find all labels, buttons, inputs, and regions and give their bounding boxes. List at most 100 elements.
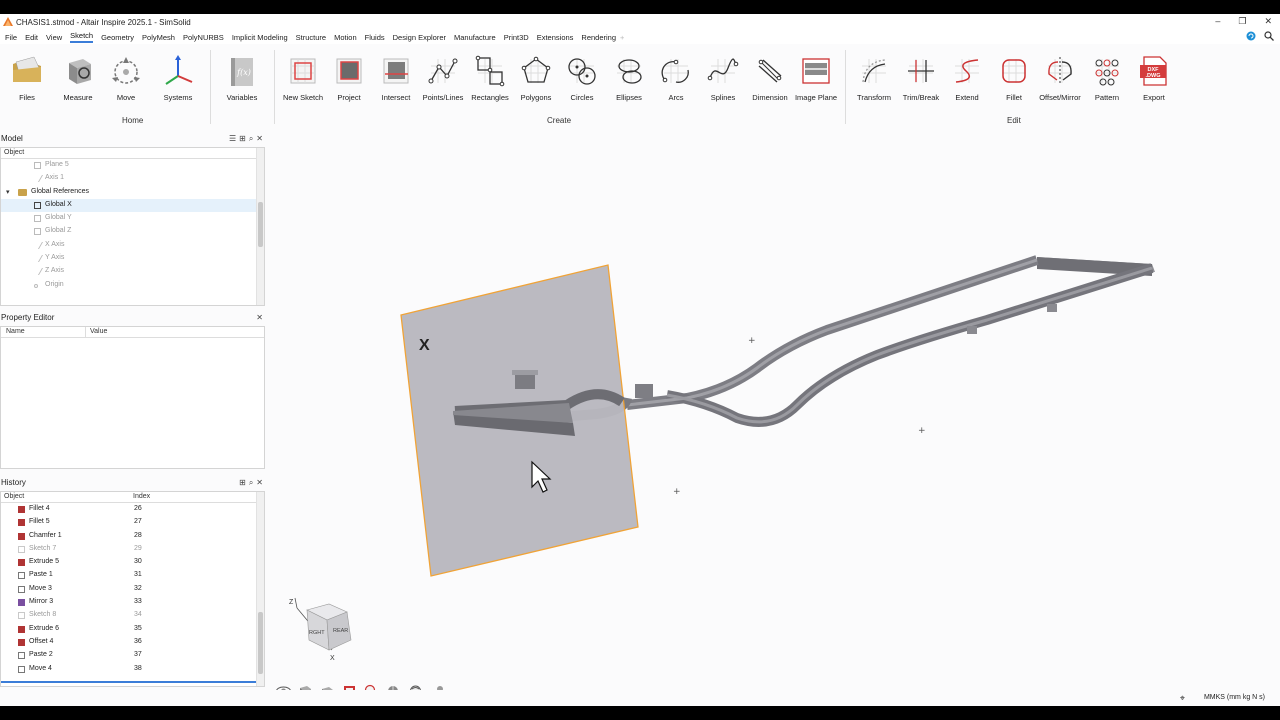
model-tree-item[interactable]: Global Y bbox=[1, 212, 264, 225]
title-bar: CHASIS1.stmod - Altair Inspire 2025.1 - … bbox=[0, 14, 1280, 30]
move-tool[interactable]: Move bbox=[102, 54, 150, 102]
model-tree-item[interactable]: Plane 5 bbox=[1, 159, 264, 172]
history-row[interactable]: Fillet 5 27 bbox=[1, 516, 264, 529]
snap-settings-icon[interactable]: ⌖ bbox=[1180, 693, 1185, 704]
image-plane-tool[interactable]: Image Plane bbox=[792, 54, 840, 102]
menu-implicit-modeling[interactable]: Implicit Modeling bbox=[232, 33, 288, 42]
arcs-tool[interactable]: Arcs bbox=[652, 54, 700, 102]
history-row[interactable]: Move 4 38 bbox=[1, 663, 264, 676]
history-scrollbar[interactable] bbox=[256, 492, 264, 686]
files-tool[interactable]: Files bbox=[3, 54, 51, 102]
model-tree-item[interactable]: Origin bbox=[1, 279, 264, 292]
menu-rendering[interactable]: Rendering bbox=[581, 33, 616, 42]
variables-tool[interactable]: f(x) Variables bbox=[218, 54, 266, 102]
extend-tool[interactable]: Extend bbox=[943, 54, 991, 102]
history-row[interactable]: Paste 2 37 bbox=[1, 649, 264, 662]
expand-toggle-icon[interactable]: ▾ bbox=[6, 188, 10, 196]
property-editor-title: Property Editor bbox=[1, 313, 55, 322]
history-row-index: 27 bbox=[134, 518, 142, 526]
model-tree-item[interactable]: ▾ Global References bbox=[1, 186, 264, 199]
measure-tool[interactable]: Measure bbox=[54, 54, 102, 102]
close-panel-icon[interactable]: ✕ bbox=[256, 313, 263, 322]
model-tree-item[interactable]: Z Axis bbox=[1, 265, 264, 278]
history-row[interactable]: Fillet 4 26 bbox=[1, 503, 264, 516]
model-tree-item[interactable]: Y Axis bbox=[1, 252, 264, 265]
menu-geometry[interactable]: Geometry bbox=[101, 33, 134, 42]
menu-structure[interactable]: Structure bbox=[296, 33, 326, 42]
variables-icon: f(x) bbox=[231, 58, 253, 86]
new-sketch-tool[interactable]: New Sketch bbox=[279, 54, 327, 102]
close-panel-icon[interactable]: ✕ bbox=[256, 134, 263, 144]
history-row[interactable]: Sketch 7 29 bbox=[1, 543, 264, 556]
model-tree-item[interactable]: X Axis bbox=[1, 239, 264, 252]
menu-edit[interactable]: Edit bbox=[25, 33, 38, 42]
offset-mirror-tool[interactable]: Offset/Mirror bbox=[1036, 54, 1084, 102]
svg-text:.DWG: .DWG bbox=[1146, 73, 1161, 79]
filter-icon[interactable]: ⊞ bbox=[239, 478, 246, 488]
history-row[interactable]: Offset 4 36 bbox=[1, 636, 264, 649]
polygons-tool[interactable]: Polygons bbox=[512, 54, 560, 102]
view-cube-face-rear[interactable]: REAR bbox=[333, 628, 348, 634]
panel-search-icon[interactable]: ⌕ bbox=[249, 134, 253, 144]
rectangles-tool[interactable]: Rectangles bbox=[466, 54, 514, 102]
pattern-tool[interactable]: Pattern bbox=[1083, 54, 1131, 102]
model-tree-item[interactable]: Global Z bbox=[1, 225, 264, 238]
menu-view[interactable]: View bbox=[46, 33, 62, 42]
menu-sketch[interactable]: Sketch bbox=[70, 31, 94, 43]
history-scrollbar-thumb[interactable] bbox=[258, 612, 263, 674]
model-tree-item[interactable]: Axis 1 bbox=[1, 172, 264, 185]
history-row[interactable]: Extrude 6 35 bbox=[1, 623, 264, 636]
ellipses-icon bbox=[617, 59, 642, 84]
fillet-tool[interactable]: Fillet bbox=[990, 54, 1038, 102]
circles-tool[interactable]: Circles bbox=[558, 54, 606, 102]
menu-design-explorer[interactable]: Design Explorer bbox=[393, 33, 446, 42]
sync-icon[interactable] bbox=[1246, 31, 1256, 41]
history-row[interactable]: Paste 1 31 bbox=[1, 569, 264, 582]
scene[interactable]: X + + + Z X RGHT REAR bbox=[267, 140, 1280, 706]
list-view-icon[interactable]: ☰ bbox=[229, 134, 236, 144]
add-ribbon-tab-button[interactable]: + bbox=[620, 33, 624, 42]
filter-icon[interactable]: ⊞ bbox=[239, 134, 246, 144]
maximize-button[interactable]: ❐ bbox=[1238, 16, 1246, 27]
history-row[interactable]: Mirror 3 33 bbox=[1, 596, 264, 609]
close-button[interactable]: ✕ bbox=[1264, 16, 1272, 27]
view-cube-face-right[interactable]: RGHT bbox=[309, 630, 325, 636]
panel-search-icon[interactable]: ⌕ bbox=[249, 478, 253, 488]
export-tool[interactable]: DXF .DWG Export bbox=[1130, 54, 1178, 102]
menu-extensions[interactable]: Extensions bbox=[537, 33, 574, 42]
model-scrollbar[interactable] bbox=[256, 148, 264, 305]
systems-tool[interactable]: Systems bbox=[154, 54, 202, 102]
menu-polymesh[interactable]: PolyMesh bbox=[142, 33, 175, 42]
chassis-frame[interactable] bbox=[571, 255, 1155, 427]
history-row[interactable]: Chamfer 1 28 bbox=[1, 530, 264, 543]
ellipses-tool[interactable]: Ellipses bbox=[605, 54, 653, 102]
menu-fluids[interactable]: Fluids bbox=[365, 33, 385, 42]
extend-icon bbox=[955, 59, 979, 83]
menu-motion[interactable]: Motion bbox=[334, 33, 357, 42]
history-row[interactable]: Sketch 8 34 bbox=[1, 609, 264, 622]
points-lines-tool[interactable]: Points/Lines bbox=[419, 54, 467, 102]
transform-tool[interactable]: Transform bbox=[850, 54, 898, 102]
model-scrollbar-thumb[interactable] bbox=[258, 202, 263, 248]
search-icon[interactable] bbox=[1264, 31, 1274, 41]
splines-tool[interactable]: Splines bbox=[699, 54, 747, 102]
dimension-tool[interactable]: Dimension bbox=[746, 54, 794, 102]
feature-icon bbox=[18, 532, 25, 540]
view-cube[interactable]: Z X RGHT REAR bbox=[289, 597, 352, 662]
project-tool[interactable]: Project bbox=[325, 54, 373, 102]
status-bar: ⌖ MMKS (mm kg N s) bbox=[0, 690, 1280, 706]
menu-file[interactable]: File bbox=[5, 33, 17, 42]
trim-break-tool[interactable]: Trim/Break bbox=[897, 54, 945, 102]
history-row[interactable]: Extrude 5 30 bbox=[1, 556, 264, 569]
history-row[interactable]: Move 3 32 bbox=[1, 583, 264, 596]
minimize-button[interactable]: – bbox=[1215, 16, 1220, 27]
close-panel-icon[interactable]: ✕ bbox=[256, 478, 263, 488]
unit-system[interactable]: MMKS (mm kg N s) bbox=[1204, 694, 1265, 701]
model-tree-item[interactable]: Global X bbox=[1, 198, 264, 213]
menu-print3d[interactable]: Print3D bbox=[504, 33, 529, 42]
intersect-tool[interactable]: Intersect bbox=[372, 54, 420, 102]
3d-viewport[interactable]: X + + + Z X RGHT REAR bbox=[267, 140, 1280, 706]
menu-manufacture[interactable]: Manufacture bbox=[454, 33, 496, 42]
history-rollback-marker[interactable] bbox=[1, 681, 257, 683]
menu-polynurbs[interactable]: PolyNURBS bbox=[183, 33, 224, 42]
